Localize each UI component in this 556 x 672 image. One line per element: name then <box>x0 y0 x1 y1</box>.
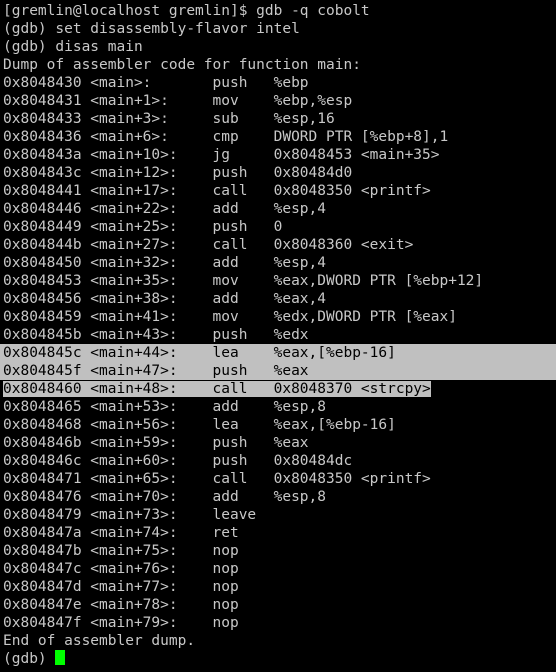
disassembly-row[interactable]: 0x804847a <main+74>: ret <box>0 524 556 542</box>
disassembly-row[interactable]: 0x8048450 <main+32>: add %esp,4 <box>0 254 556 272</box>
disassembly-row[interactable]: 0x8048479 <main+73>: leave <box>0 506 556 524</box>
disassembly-row[interactable]: 0x804845c <main+44>: lea %eax,[%ebp-16] <box>0 344 556 362</box>
disassembly-row[interactable]: 0x804845f <main+47>: push %eax <box>0 362 556 380</box>
disassembly-row[interactable]: 0x8048431 <main+1>: mov %ebp,%esp <box>0 92 556 110</box>
disassembly-row[interactable]: 0x8048446 <main+22>: add %esp,4 <box>0 200 556 218</box>
disassembly-row[interactable]: 0x8048456 <main+38>: add %eax,4 <box>0 290 556 308</box>
disassembly-row[interactable]: 0x8048449 <main+25>: push 0 <box>0 218 556 236</box>
disassembly-row[interactable]: 0x804847b <main+75>: nop <box>0 542 556 560</box>
disassembly-row[interactable]: 0x804847e <main+78>: nop <box>0 596 556 614</box>
disassembly-row[interactable]: 0x8048468 <main+56>: lea %eax,[%ebp-16] <box>0 416 556 434</box>
final-prompt-line[interactable]: (gdb) <box>0 650 556 668</box>
disassembly-row[interactable]: 0x8048430 <main>: push %ebp <box>0 74 556 92</box>
dump-footer: End of assembler dump. <box>3 633 196 649</box>
disassembly-row[interactable]: 0x8048436 <main+6>: cmp DWORD PTR [%ebp+… <box>0 128 556 146</box>
disassembly-row[interactable]: 0x8048459 <main+41>: mov %edx,DWORD PTR … <box>0 308 556 326</box>
shell-prompt-line: [gremlin@localhost gremlin]$ gdb -q cobo… <box>3 3 370 19</box>
disassembly-row[interactable]: 0x804846b <main+59>: push %eax <box>0 434 556 452</box>
disassembly-row[interactable]: 0x804847d <main+77>: nop <box>0 578 556 596</box>
disassembly-row[interactable]: 0x8048471 <main+65>: call 0x8048350 <pri… <box>0 470 556 488</box>
disassembly-row[interactable]: 0x8048453 <main+35>: mov %eax,DWORD PTR … <box>0 272 556 290</box>
final-prompt-label: (gdb) <box>3 651 47 667</box>
disassembly-row[interactable]: 0x804847c <main+76>: nop <box>0 560 556 578</box>
disassembly-row[interactable]: 0x804844b <main+27>: call 0x8048360 <exi… <box>0 236 556 254</box>
disassembly-row[interactable]: 0x8048476 <main+70>: add %esp,8 <box>0 488 556 506</box>
terminal-window[interactable]: [gremlin@localhost gremlin]$ gdb -q cobo… <box>0 0 556 672</box>
text-cursor <box>55 650 66 665</box>
gdb-command-line-set-flavor: (gdb) set disassembly-flavor intel <box>3 21 300 37</box>
disassembly-row[interactable]: 0x8048433 <main+3>: sub %esp,16 <box>0 110 556 128</box>
disassembly-listing[interactable]: 0x8048430 <main>: push %ebp 0x8048431 <ma… <box>0 74 556 632</box>
disassembly-row[interactable]: 0x804847f <main+79>: nop <box>0 614 556 632</box>
gdb-command-line-disas: (gdb) disas main <box>3 39 143 55</box>
disassembly-row[interactable]: 0x804845b <main+43>: push %edx <box>0 326 556 344</box>
disassembly-row[interactable]: 0x804843c <main+12>: push 0x80484d0 <box>0 164 556 182</box>
disassembly-row[interactable]: 0x8048460 <main+48>: call 0x8048370 <str… <box>0 380 556 398</box>
disassembly-row[interactable]: 0x804846c <main+60>: push 0x80484dc <box>0 452 556 470</box>
disassembly-row[interactable]: 0x8048465 <main+53>: add %esp,8 <box>0 398 556 416</box>
dump-header: Dump of assembler code for function main… <box>3 57 361 73</box>
selection-run: 0x8048460 <main+48>: call 0x8048370 <str… <box>3 381 431 397</box>
disassembly-row[interactable]: 0x8048441 <main+17>: call 0x8048350 <pri… <box>0 182 556 200</box>
disassembly-row[interactable]: 0x804843a <main+10>: jg 0x8048453 <main+… <box>0 146 556 164</box>
